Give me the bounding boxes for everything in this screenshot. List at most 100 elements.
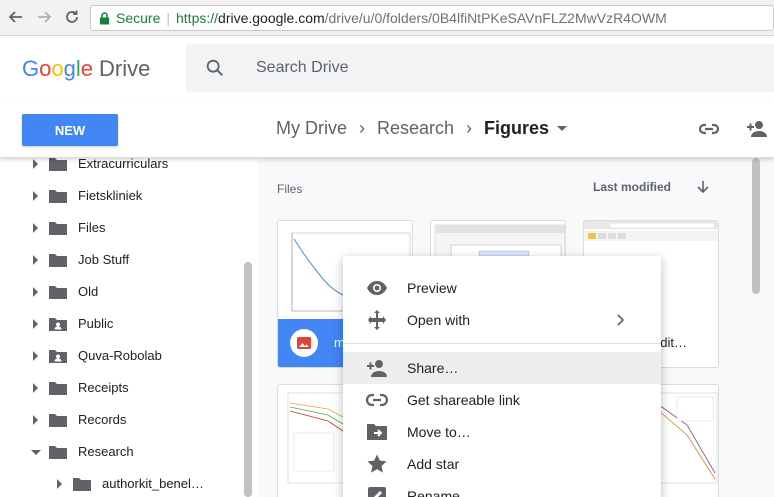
chevron-right-icon — [617, 314, 625, 326]
caret-right-icon[interactable] — [33, 415, 38, 425]
new-button[interactable]: NEW — [22, 114, 118, 146]
arrow-down-icon[interactable] — [696, 180, 710, 194]
menu-item-label: Get shareable link — [407, 392, 520, 408]
arrow-right-icon — [38, 11, 52, 23]
caret-down-icon[interactable] — [557, 126, 568, 131]
sidebar-scrollbar[interactable] — [244, 262, 252, 497]
caret-right-icon[interactable] — [33, 255, 38, 265]
caret-right-icon[interactable] — [33, 191, 38, 201]
menu-item-label: Open with — [407, 312, 471, 328]
caret-right-icon[interactable] — [33, 287, 38, 297]
logo-letter: o — [39, 56, 52, 81]
secure-label: Secure — [116, 10, 161, 26]
sidebar-item-label: Research — [78, 444, 134, 459]
back-button[interactable] — [6, 7, 26, 27]
sidebar-item-label: authorkit_benel… — [102, 476, 204, 491]
menu-item[interactable]: Share… — [343, 352, 661, 384]
sidebar-item[interactable]: Public — [0, 308, 240, 340]
sidebar-item-label: Public — [78, 316, 114, 331]
caret-right-icon[interactable] — [33, 319, 38, 329]
sidebar-item-label: Old — [78, 284, 99, 299]
folder-icon — [49, 254, 67, 267]
menu-item-label: Add star — [407, 456, 460, 472]
sidebar-item-label: Receipts — [78, 380, 129, 395]
folder-icon — [49, 414, 67, 427]
person-add-icon[interactable] — [745, 117, 769, 141]
sidebar-item[interactable]: Files — [0, 212, 240, 244]
menu-item-label: Move to… — [407, 424, 471, 440]
folder-icon — [49, 190, 67, 203]
logo-letter: G — [22, 56, 40, 81]
sidebar-item[interactable]: Fietskliniek — [0, 180, 240, 212]
search-input[interactable] — [256, 59, 656, 77]
menu-item-label: Rename — [407, 488, 460, 497]
logo-letter: e — [80, 56, 94, 81]
folder-icon — [49, 286, 67, 299]
product-name: Drive — [99, 56, 151, 81]
move-arrows-icon — [368, 310, 386, 330]
shared-folder-icon — [49, 318, 67, 331]
sidebar-item[interactable]: Quva-Robolab — [0, 340, 240, 372]
sidebar-item[interactable]: Old — [0, 276, 240, 308]
menu-item[interactable]: Rename — [343, 480, 661, 497]
folder-icon — [73, 478, 91, 491]
menu-item-label: Share… — [407, 360, 459, 376]
eye-icon — [367, 281, 387, 295]
caret-right-icon[interactable] — [33, 383, 38, 393]
caret-right-icon[interactable] — [57, 479, 62, 489]
sidebar-item[interactable]: Records — [0, 404, 240, 436]
lock-icon — [100, 11, 109, 24]
main-scrollbar[interactable] — [752, 158, 760, 294]
forward-button[interactable] — [34, 7, 54, 27]
google-drive-logo[interactable]: Google Drive — [22, 56, 150, 82]
link-icon[interactable] — [697, 117, 721, 141]
url-host: drive.google.com — [218, 10, 325, 26]
breadcrumb: My Drive › Research › Figures — [276, 118, 568, 139]
sidebar-item[interactable]: Receipts — [0, 372, 240, 404]
caret-right-icon[interactable] — [33, 351, 38, 361]
url-path: /drive/u/0/folders/0B4lfiNtPKeSAVnFLZ2Mw… — [324, 10, 667, 26]
caret-down-icon[interactable] — [31, 450, 41, 455]
sidebar-item-label: Fietskliniek — [78, 188, 143, 203]
pencil-icon — [368, 487, 386, 497]
menu-item[interactable]: Open with — [343, 304, 661, 336]
link-icon — [366, 393, 388, 407]
files-section-label: Files — [277, 182, 303, 196]
sidebar-item-label: Quva-Robolab — [78, 348, 162, 363]
file-card[interactable] — [656, 384, 719, 497]
menu-item[interactable]: Move to… — [343, 416, 661, 448]
context-menu: Preview Open with Share… Get shareable link… — [343, 256, 661, 497]
sidebar-item[interactable]: Extracurriculars — [0, 158, 240, 180]
url-separator: | — [166, 10, 170, 26]
address-bar[interactable]: Secure | https:// drive.google.com /driv… — [90, 5, 774, 31]
arrow-left-icon — [8, 11, 22, 23]
folder-icon — [49, 222, 67, 235]
menu-item[interactable]: Preview — [343, 272, 661, 304]
reload-button[interactable] — [62, 7, 82, 27]
breadcrumb-figures[interactable]: Figures — [484, 118, 549, 139]
plot-thumbnail — [658, 392, 718, 484]
logo-letter: o — [51, 56, 64, 81]
drive-toolbar: NEW My Drive › Research › Figures — [0, 100, 774, 158]
sidebar-item[interactable]: Research — [0, 436, 240, 468]
menu-item[interactable]: Add star — [343, 448, 661, 480]
sort-label[interactable]: Last modified — [593, 180, 671, 194]
breadcrumb-my-drive[interactable]: My Drive — [276, 118, 347, 139]
folder-icon — [49, 446, 67, 459]
star-icon — [367, 454, 387, 473]
caret-right-icon[interactable] — [33, 223, 38, 233]
search-bar[interactable] — [186, 44, 774, 92]
browser-toolbar: Secure | https:// drive.google.com /driv… — [0, 0, 774, 36]
caret-right-icon[interactable] — [33, 159, 38, 169]
search-icon[interactable] — [204, 57, 226, 79]
person-add-icon — [367, 360, 387, 377]
breadcrumb-research[interactable]: Research — [377, 118, 454, 139]
reload-icon — [66, 10, 78, 23]
sidebar-item[interactable]: authorkit_benel… — [0, 468, 240, 497]
menu-divider — [343, 343, 661, 344]
sidebar-item[interactable]: Job Stuff — [0, 244, 240, 276]
menu-item-label: Preview — [407, 280, 457, 296]
sidebar-item-label: Files — [78, 220, 106, 235]
menu-item[interactable]: Get shareable link — [343, 384, 661, 416]
image-file-icon — [290, 329, 318, 357]
